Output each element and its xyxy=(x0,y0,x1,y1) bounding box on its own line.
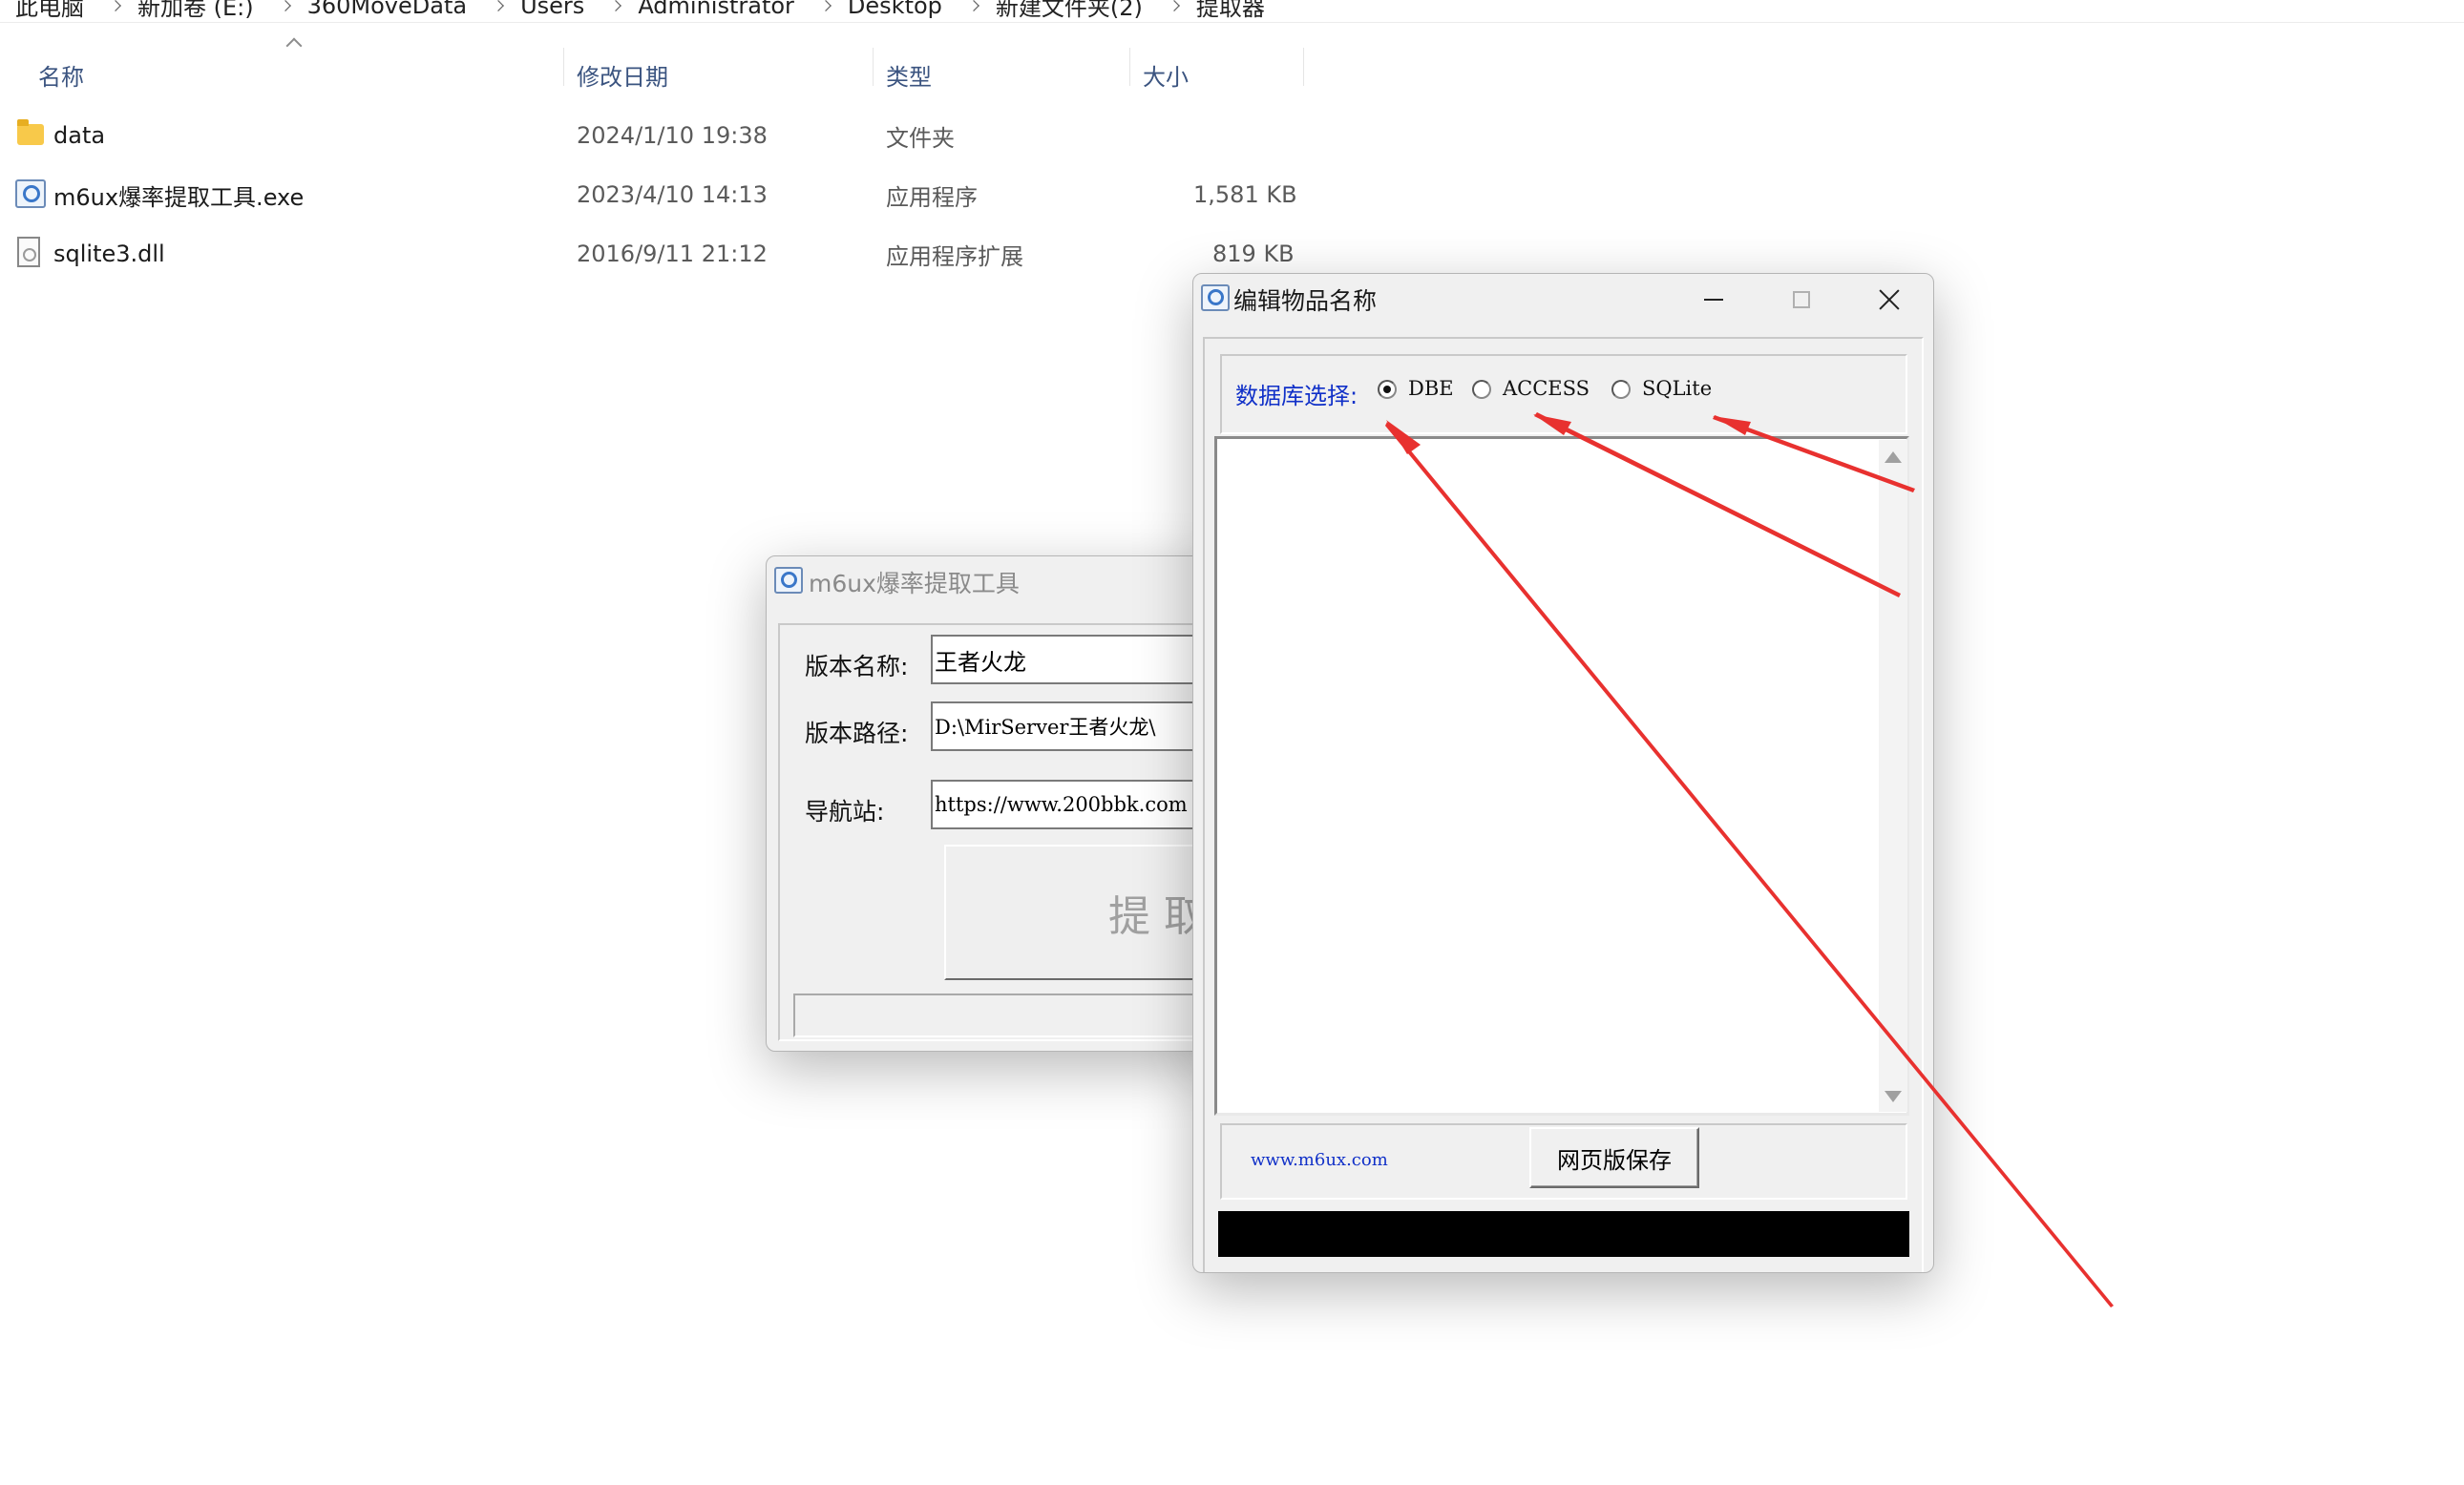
web-save-button[interactable]: 网页版保存 xyxy=(1529,1127,1699,1188)
minimize-button[interactable] xyxy=(1670,274,1758,325)
close-button[interactable] xyxy=(1845,274,1933,325)
breadcrumb-label: Users xyxy=(520,0,585,19)
breadcrumb-item[interactable]: 新建文件夹(2) xyxy=(980,0,1181,22)
radio-sqlite[interactable] xyxy=(1611,380,1631,399)
site-link[interactable]: www.m6ux.com xyxy=(1251,1150,1388,1170)
version-name-label: 版本名称: xyxy=(805,653,909,680)
edit-item-names-window: 编辑物品名称 数据库选择: DBE ACCESS SQLite www.m6ux… xyxy=(1192,273,1934,1273)
maximize-button[interactable] xyxy=(1758,274,1845,325)
chevron-right-icon xyxy=(110,0,121,11)
file-type: 应用程序扩展 xyxy=(886,242,1023,270)
file-date: 2016/9/11 21:12 xyxy=(577,241,768,267)
version-path-input[interactable]: D:\MirServer王者火龙\ xyxy=(931,701,1223,751)
close-icon xyxy=(1878,288,1901,311)
breadcrumb: 此电脑 新加卷 (E:) 360MoveData Users Administr… xyxy=(0,0,2464,23)
file-row[interactable]: sqlite3.dll 2016/9/11 21:12 应用程序扩展 819 K… xyxy=(0,225,1317,282)
database-select-label: 数据库选择: xyxy=(1235,383,1358,409)
breadcrumb-label: Administrator xyxy=(638,0,794,19)
extractor-window: m6ux爆率提取工具 版本名称: 王者火龙 版本路径: D:\MirServer… xyxy=(766,555,1224,1052)
extract-button[interactable]: 提 取 xyxy=(944,845,1223,980)
chevron-right-icon xyxy=(819,0,832,11)
sort-ascending-icon xyxy=(285,37,303,54)
breadcrumb-item[interactable]: Desktop xyxy=(832,0,980,19)
file-row[interactable]: m6ux爆率提取工具.exe 2023/4/10 14:13 应用程序 1,58… xyxy=(0,166,1317,223)
app-icon xyxy=(1201,284,1230,311)
window-title: m6ux爆率提取工具 xyxy=(809,570,1020,597)
file-date: 2024/1/10 19:38 xyxy=(577,122,768,149)
window-title: 编辑物品名称 xyxy=(1233,287,1378,315)
radio-dbe[interactable] xyxy=(1378,380,1397,399)
file-type: 文件夹 xyxy=(886,124,955,152)
breadcrumb-label: 提取器 xyxy=(1195,0,1265,21)
status-bar xyxy=(793,993,1223,1037)
nav-site-label: 导航站: xyxy=(805,798,885,826)
file-size: 1,581 KB xyxy=(1193,181,1297,208)
output-bar xyxy=(1218,1211,1909,1257)
app-icon xyxy=(774,567,803,594)
chevron-right-icon xyxy=(610,0,622,11)
radio-access-label[interactable]: ACCESS xyxy=(1503,377,1590,400)
chevron-right-icon xyxy=(493,0,505,11)
breadcrumb-item[interactable]: 此电脑 xyxy=(0,0,122,22)
file-name: data xyxy=(53,122,106,149)
item-names-textarea[interactable] xyxy=(1214,436,1909,1116)
scroll-up-icon[interactable] xyxy=(1885,451,1902,463)
column-header-date[interactable]: 修改日期 xyxy=(577,55,668,94)
maximize-icon xyxy=(1793,291,1810,308)
radio-sqlite-label[interactable]: SQLite xyxy=(1642,377,1712,400)
version-name-input[interactable]: 王者火龙 xyxy=(931,635,1223,684)
breadcrumb-item[interactable]: 360MoveData xyxy=(292,0,505,19)
version-path-label: 版本路径: xyxy=(805,720,909,747)
column-headers: 名称 修改日期 类型 大小 xyxy=(0,55,1317,94)
minimize-icon xyxy=(1704,299,1723,301)
column-divider[interactable] xyxy=(1303,48,1304,86)
folder-icon xyxy=(17,119,44,145)
column-divider[interactable] xyxy=(563,48,564,86)
scroll-down-icon[interactable] xyxy=(1885,1091,1902,1102)
chevron-right-icon xyxy=(1168,0,1180,11)
breadcrumb-label: Desktop xyxy=(847,0,942,19)
column-divider[interactable] xyxy=(1129,48,1130,86)
breadcrumb-label: 新加卷 (E:) xyxy=(137,0,254,21)
breadcrumb-label: 此电脑 xyxy=(15,0,84,21)
window-titlebar[interactable]: m6ux爆率提取工具 xyxy=(767,556,1223,608)
file-name: sqlite3.dll xyxy=(53,241,165,267)
breadcrumb-label: 360MoveData xyxy=(306,0,468,19)
column-header-name[interactable]: 名称 xyxy=(38,55,84,94)
radio-access[interactable] xyxy=(1472,380,1491,399)
file-name: m6ux爆率提取工具.exe xyxy=(53,183,305,211)
dll-file-icon xyxy=(17,237,40,267)
window-controls xyxy=(1670,274,1933,325)
breadcrumb-label: 新建文件夹(2) xyxy=(995,0,1143,21)
breadcrumb-item[interactable]: 提取器 xyxy=(1181,0,1265,22)
chevron-right-icon xyxy=(279,0,291,11)
breadcrumb-item[interactable]: Administrator xyxy=(622,0,832,19)
breadcrumb-item[interactable]: Users xyxy=(505,0,622,19)
file-type: 应用程序 xyxy=(886,183,978,211)
column-divider[interactable] xyxy=(873,48,874,86)
chevron-right-icon xyxy=(967,0,979,11)
column-header-size[interactable]: 大小 xyxy=(1143,55,1189,94)
vertical-scrollbar[interactable] xyxy=(1879,440,1907,1112)
nav-site-input[interactable]: https://www.200bbk.com xyxy=(931,780,1223,829)
column-header-type[interactable]: 类型 xyxy=(886,55,932,94)
file-row[interactable]: data 2024/1/10 19:38 文件夹 xyxy=(0,107,1317,164)
radio-dbe-label[interactable]: DBE xyxy=(1408,377,1454,400)
exe-icon xyxy=(15,179,46,208)
file-date: 2023/4/10 14:13 xyxy=(577,181,768,208)
breadcrumb-item[interactable]: 新加卷 (E:) xyxy=(122,0,292,22)
